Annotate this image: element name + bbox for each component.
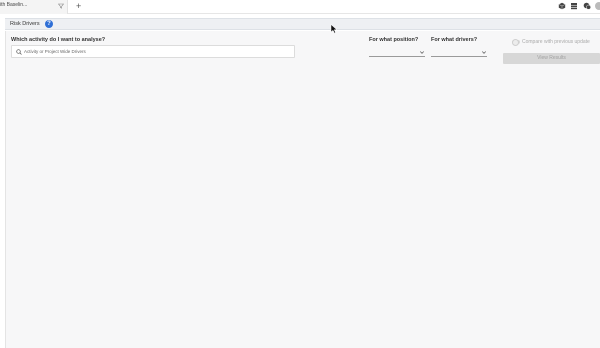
drivers-label: For what drivers?: [431, 37, 478, 43]
help-icon[interactable]: ?: [45, 20, 53, 28]
drivers-select[interactable]: [431, 49, 487, 57]
risk-drivers-panel: Which activity do I want to analyse? Act…: [5, 31, 600, 348]
chevron-down-icon: [420, 51, 424, 54]
stack-icon[interactable]: [570, 2, 578, 10]
section-title: Risk Drivers: [10, 21, 40, 27]
tab-label: ith Baselin...: [0, 2, 28, 8]
tab-bar: ith Baselin... +: [0, 0, 600, 14]
chat-icon[interactable]: [583, 2, 591, 10]
position-label: For what position?: [369, 37, 419, 43]
search-icon: [16, 49, 22, 55]
tab-active[interactable]: ith Baselin...: [0, 0, 68, 14]
position-select[interactable]: [369, 49, 425, 57]
chevron-down-icon: [482, 51, 486, 54]
compare-toggle[interactable]: [512, 39, 520, 46]
activity-search-placeholder: Activity or Project Wide Drivers: [24, 49, 86, 54]
section-header: Risk Drivers ?: [5, 18, 600, 30]
box-icon[interactable]: [558, 2, 566, 10]
avatar-icon[interactable]: [595, 2, 600, 10]
view-results-button[interactable]: View Results: [503, 53, 600, 64]
activity-label: Which activity do I want to analyse?: [11, 37, 106, 43]
add-tab-button[interactable]: +: [76, 1, 81, 11]
mouse-cursor-icon: [330, 24, 338, 34]
activity-search-input[interactable]: Activity or Project Wide Drivers: [11, 45, 295, 58]
filter-icon[interactable]: [58, 3, 64, 9]
compare-toggle-label: Compare with previous update: [522, 39, 590, 45]
